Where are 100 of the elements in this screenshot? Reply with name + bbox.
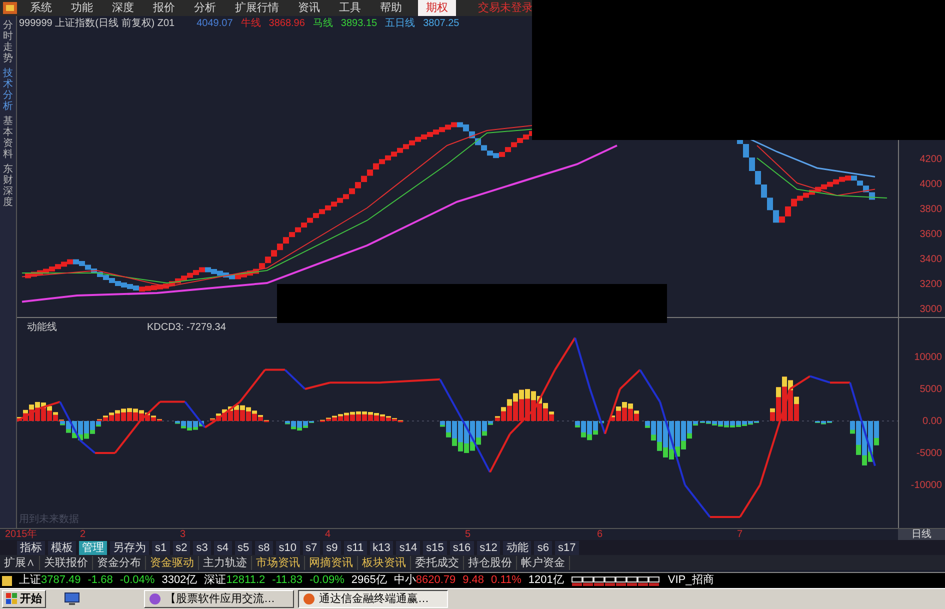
function-tab[interactable]: 主力轨迹 (199, 556, 252, 570)
start-button[interactable]: 开始 (2, 590, 46, 608)
index-price: 3787.49 (41, 573, 81, 588)
menu-item[interactable]: 深度 (112, 0, 134, 16)
breadth-bars-icon (570, 576, 661, 586)
formula-tab[interactable]: s1 (152, 540, 170, 554)
function-tab[interactable]: 网摘资讯 (305, 556, 358, 570)
index-percent: 0.11% (491, 573, 522, 588)
account-label: VIP_招商 (668, 572, 714, 588)
index-price: 8620.79 (416, 573, 456, 588)
side-tab[interactable]: 基本资料 (3, 116, 13, 160)
formula-tab[interactable]: s8 (255, 540, 273, 554)
formula-tab[interactable]: s16 (450, 540, 474, 554)
index-percent: -0.04% (120, 573, 155, 588)
index-volume: 3302亿 (162, 573, 198, 588)
formula-tab[interactable]: s5 (234, 540, 252, 554)
formula-tab[interactable]: s9 (323, 540, 341, 554)
index-value: 4049.07 (196, 16, 233, 30)
menu-item[interactable]: 系统 (30, 0, 52, 16)
formula-tab[interactable]: 另存为 (110, 540, 149, 554)
index-volume: 2965亿 (351, 573, 387, 588)
axis-label: 3400 (920, 253, 942, 267)
date-label: 2 (80, 529, 86, 541)
indicator-name: 动能线 (27, 320, 57, 335)
formula-tab[interactable]: 模板 (48, 540, 76, 554)
side-tab[interactable]: 分时走势 (3, 20, 13, 64)
axis-label: 10000 (914, 351, 942, 365)
legend-value: 3893.15 (340, 16, 378, 30)
formula-tab[interactable]: s15 (423, 540, 447, 554)
index-name: 中小 (394, 573, 416, 588)
app-icon (149, 593, 161, 605)
legend-label: 马线 (312, 16, 333, 30)
formula-tab[interactable]: s14 (396, 540, 420, 554)
axis-label: 3000 (920, 303, 942, 317)
period-label[interactable]: 日线 (898, 529, 945, 540)
index-price: 12811.2 (226, 573, 266, 588)
index-change: -11.83 (272, 573, 303, 588)
menu-item[interactable]: 功能 (71, 0, 93, 16)
function-tab[interactable]: 帐户资金 (517, 556, 570, 570)
formula-tab[interactable]: 指标 (17, 540, 45, 554)
indicator-reading: KDCD3: -7279.34 (147, 321, 226, 335)
formula-tab[interactable]: 动能 (503, 540, 532, 554)
formula-tab[interactable]: s2 (172, 540, 190, 554)
menu-item[interactable]: 分析 (194, 0, 216, 16)
menu-item[interactable]: 资讯 (298, 0, 320, 16)
date-label: 7 (737, 529, 743, 541)
index-percent: -0.09% (310, 573, 344, 588)
date-label: 6 (597, 529, 603, 541)
axis-label: -10000 (910, 479, 942, 493)
index-volume: 1201亿 (528, 573, 564, 588)
axis-label: -5000 (916, 447, 942, 461)
index-name: 上证 (19, 573, 41, 588)
axis-label: 5000 (920, 383, 942, 397)
date-label: 5 (465, 529, 471, 541)
formula-tab[interactable]: s11 (344, 540, 367, 554)
axis-label: 0.00 (922, 415, 942, 429)
date-label: 3 (180, 529, 186, 541)
formula-tab[interactable]: s7 (302, 540, 320, 554)
date-label: 4 (325, 529, 331, 541)
axis-label: 4000 (920, 178, 942, 192)
legend-label: 五日线 (385, 16, 416, 30)
app-icon (303, 593, 315, 605)
index-change: 9.48 (462, 573, 484, 588)
axis-label: 3600 (920, 228, 942, 242)
formula-tab[interactable]: s10 (276, 540, 300, 554)
function-tab[interactable]: 资金驱动 (146, 556, 199, 570)
function-tab[interactable]: 关联报价 (40, 556, 93, 570)
function-tab[interactable]: 市场资讯 (252, 556, 305, 570)
function-tab[interactable]: 资金分布 (93, 556, 146, 570)
formula-tab[interactable]: s6 (534, 540, 552, 554)
function-tab[interactable]: 扩展∧ (0, 556, 40, 570)
side-tab[interactable]: 技术分析 (3, 68, 13, 112)
formula-tab[interactable]: s3 (193, 540, 211, 554)
index-title: 999999 上证指数(日线 前复权) Z01 (19, 16, 175, 30)
taskbar-window-button[interactable]: 通达信金融终端通赢… (298, 590, 448, 608)
axis-label: 3800 (920, 203, 942, 217)
menu-item[interactable]: 帮助 (380, 0, 402, 16)
date-label: 2015年 (5, 529, 38, 541)
axis-label: 4200 (920, 153, 942, 167)
axis-label: 3200 (920, 278, 942, 292)
windows-logo-icon (6, 593, 18, 605)
function-tab[interactable]: 委托成交 (411, 556, 464, 570)
index-change: -1.68 (88, 573, 113, 588)
formula-tab[interactable]: s12 (476, 540, 500, 554)
legend-value: 3868.96 (268, 16, 305, 30)
legend-value: 3807.25 (423, 16, 460, 30)
taskbar-window-button[interactable]: 【股票软件应用交流… (144, 590, 294, 608)
side-tab[interactable]: 东财深度 (3, 164, 13, 208)
function-tab[interactable]: 持仓股份 (464, 556, 517, 570)
option-tab[interactable]: 期权 (418, 0, 456, 16)
monitor-icon[interactable] (64, 592, 80, 606)
formula-tab[interactable]: s17 (555, 540, 579, 554)
formula-tab[interactable]: s4 (214, 540, 232, 554)
function-tab[interactable]: 板块资讯 (358, 556, 411, 570)
market-icon (2, 576, 12, 586)
menu-item[interactable]: 工具 (339, 0, 361, 16)
legend-label: 牛线 (240, 16, 261, 30)
formula-tab[interactable]: k13 (370, 540, 394, 554)
menu-item[interactable]: 扩展行情 (235, 0, 279, 16)
menu-item[interactable]: 报价 (153, 0, 175, 16)
